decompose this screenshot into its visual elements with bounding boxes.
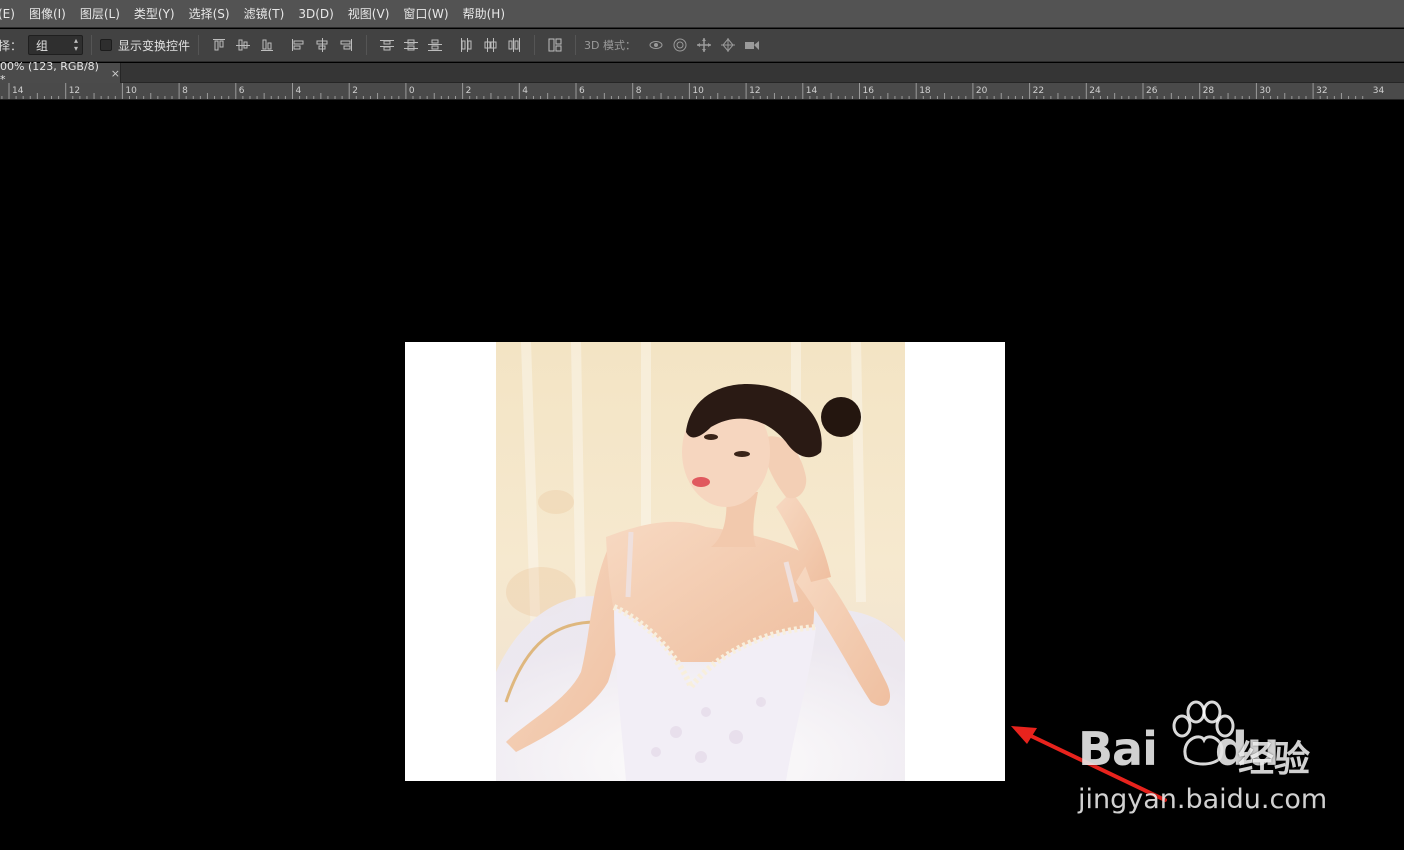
watermark-brand-bai: Bai [1078,722,1158,776]
ruler-label: 8 [182,86,188,96]
menu-edit[interactable]: (E) [0,0,22,28]
separator [450,35,451,55]
menu-view[interactable]: 视图(V) [341,0,397,28]
options-bar: 择： 组 ▴ ▾ 显示变换控件 3D 模式： [0,29,1404,62]
ruler-label: 14 [12,86,24,96]
ruler-label: 28 [1203,86,1215,96]
ruler-label: 16 [863,86,875,96]
separator [91,35,93,55]
distribute-right-icon[interactable] [505,36,523,54]
document-tab-bar: 00% (123, RGB/8) * × [0,60,1404,86]
watermark-url: jingyan.baidu.com [1078,784,1328,815]
menu-filter[interactable]: 滤镜(T) [237,0,292,28]
3d-rotate-icon[interactable] [647,36,665,54]
menu-window[interactable]: 窗口(W) [396,0,455,28]
menu-select[interactable]: 选择(S) [182,0,237,28]
menu-bar: (E) 图像(I) 图层(L) 类型(Y) 选择(S) 滤镜(T) 3D(D) … [0,0,1404,28]
3d-drag-icon[interactable] [695,36,713,54]
align-right-icon[interactable] [337,36,355,54]
separator [534,35,536,55]
ruler-label: 14 [806,86,818,96]
3d-scale-icon[interactable] [743,36,761,54]
ruler-label: 2 [466,86,472,96]
ruler-label: 8 [636,86,642,96]
ruler-label: 4 [296,86,302,96]
ruler-label: 26 [1146,86,1158,96]
document-canvas[interactable] [405,342,1005,781]
align-vcenter-icon[interactable] [234,36,252,54]
separator [282,35,283,55]
ruler-label: 6 [239,86,245,96]
ruler-label: 24 [1089,86,1101,96]
align-hcenter-icon[interactable] [313,36,331,54]
3d-mode-label: 3D 模式： [584,39,636,52]
ruler-label: 10 [125,86,137,96]
distribute-vcenter-icon[interactable] [402,36,420,54]
auto-align-layers-icon[interactable] [546,36,564,54]
show-transform-label: 显示变换控件 [118,38,191,53]
ruler-label: 34 [1373,86,1385,96]
ruler-label: 4 [522,86,528,96]
3d-slide-icon[interactable] [719,36,737,54]
align-left-icon[interactable] [289,36,307,54]
baidu-jingyan-watermark: Bai du 经验 jingyan.baidu.com [1078,700,1338,820]
distribute-hcenter-icon[interactable] [481,36,499,54]
auto-select-label: 择： [0,38,23,53]
separator [198,35,200,55]
watermark-product: 经验 [1238,739,1311,780]
ruler-label: 20 [976,86,988,96]
distribute-bottom-icon[interactable] [426,36,444,54]
horizontal-ruler[interactable]: 14 12 10 8 6 4 2 0 2 4 6 8 10 12 14 16 18 20 22 24 26 28 30 32 3… [0,83,1404,100]
menu-3d[interactable]: 3D(D) [291,0,340,28]
ruler-label: 2 [352,86,358,96]
show-transform-checkbox[interactable] [100,39,113,51]
menu-image[interactable]: 图像(I) [22,0,73,28]
ruler-label: 32 [1316,86,1327,96]
ruler-label: 12 [69,86,80,96]
separator [575,35,577,55]
ruler-label: 18 [919,86,931,96]
dropdown-arrows-icon: ▴ ▾ [74,36,79,53]
document-tab[interactable]: 00% (123, RGB/8) * × [0,60,121,86]
align-bottom-icon[interactable] [258,36,276,54]
distribute-top-icon[interactable] [378,36,396,54]
ruler-label: 6 [579,86,585,96]
ruler-ticks: 14 12 10 8 6 4 2 0 2 4 6 8 10 12 14 16 18 20 22 24 26 28 30 32 3… [1,83,1385,99]
ruler-label: 22 [1033,86,1044,96]
auto-select-dropdown[interactable]: 组 ▴ ▾ [28,35,84,55]
menu-type[interactable]: 类型(Y) [127,0,182,28]
ruler-label: 10 [692,86,704,96]
distribute-left-icon[interactable] [457,36,475,54]
align-top-icon[interactable] [210,36,228,54]
menu-layer[interactable]: 图层(L) [73,0,127,28]
ruler-label: 0 [409,86,415,96]
separator [366,35,368,55]
auto-select-value: 组 [36,38,49,53]
ruler-label: 12 [749,86,760,96]
menu-help[interactable]: 帮助(H) [456,0,512,28]
close-icon[interactable]: × [111,67,120,80]
ballerina-photo [496,342,905,781]
ruler-label: 30 [1259,86,1271,96]
3d-roll-icon[interactable] [671,36,689,54]
